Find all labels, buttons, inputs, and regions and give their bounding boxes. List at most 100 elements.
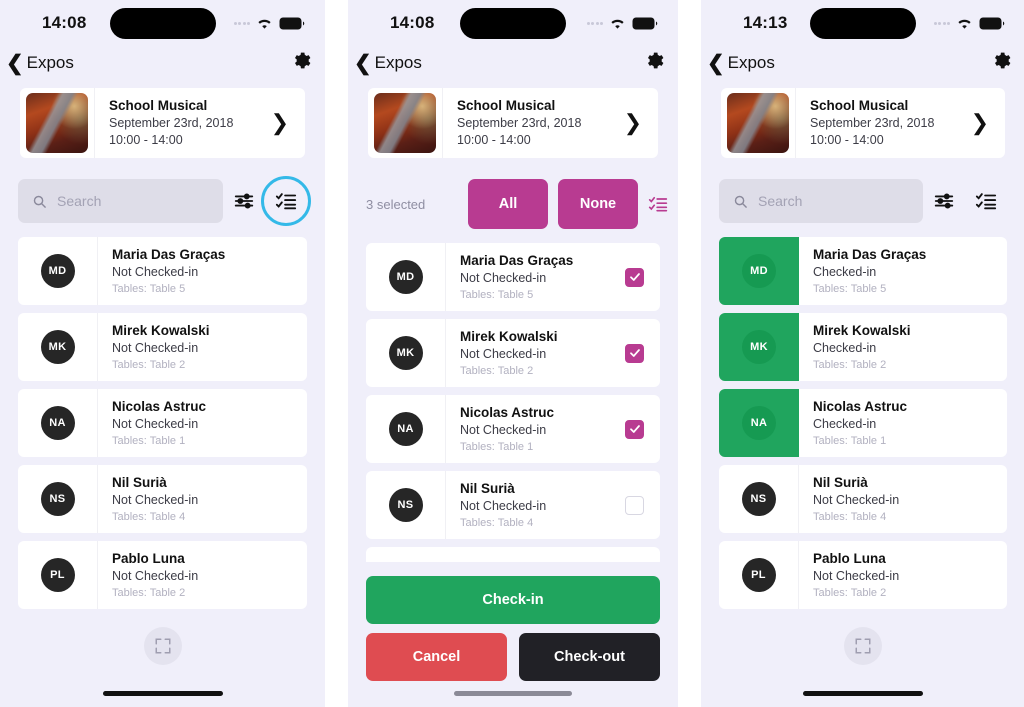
table-row[interactable]: PL Pablo Luna Not Checked-in Tables: Tab… [719,541,1007,609]
guest-info: Nil Surià Not Checked-in Tables: Table 4 [98,465,307,533]
checklist-icon[interactable] [965,179,1007,223]
avatar-cell: NS [18,465,98,533]
bottom-bar [0,611,325,707]
guest-status: Not Checked-in [112,265,199,280]
table-row[interactable]: NA Nicolas Astruc Checked-in Tables: Tab… [719,389,1007,457]
checklist-icon[interactable] [265,179,307,223]
battery-icon [279,17,305,30]
table-row[interactable]: NA Nicolas Astruc Not Checked-in Tables:… [366,395,660,463]
wifi-icon [256,17,273,30]
select-none-button[interactable]: None [558,179,638,229]
selection-count: 3 selected [366,196,426,212]
back-button[interactable]: ❮ Expos [707,53,775,74]
chevron-right-icon[interactable]: ❯ [271,88,305,158]
action-button-row: Cancel Check-out [366,633,660,681]
checklist-icon[interactable] [648,182,668,226]
table-row[interactable]: NS Nil Surià Not Checked-in Tables: Tabl… [366,471,660,539]
check-in-button[interactable]: Check-in [366,576,660,624]
search-input[interactable]: Search [719,179,923,223]
guest-status: Not Checked-in [112,569,199,584]
table-row[interactable]: PL Pablo Luna Not Checked-in Tables: Tab… [18,541,307,609]
avatar-cell: NA [366,395,446,463]
signal-dots-icon [586,21,603,25]
fullscreen-icon[interactable] [143,627,182,665]
avatar-cell: PL [18,541,98,609]
select-checkbox[interactable] [625,395,660,463]
guest-info: Nil Surià Not Checked-in Tables: Table 4 [799,465,1007,533]
event-time: 10:00 - 14:00 [457,133,531,148]
event-card[interactable]: School Musical September 23rd, 2018 10:0… [368,88,658,158]
avatar-cell: MK [366,319,446,387]
status-clock: 14:13 [743,13,788,32]
guest-list: MD Maria Das Graças Not Checked-in Table… [0,237,325,609]
guest-table: Tables: Table 5 [112,282,186,295]
chevron-right-icon[interactable]: ❯ [624,88,658,158]
event-date: September 23rd, 2018 [457,115,582,130]
guest-status: Not Checked-in [112,417,199,432]
cancel-button[interactable]: Cancel [366,633,507,681]
select-all-button[interactable]: All [468,179,548,229]
back-button[interactable]: ❮ Expos [6,53,74,74]
event-card[interactable]: School Musical September 23rd, 2018 10:0… [20,88,305,158]
table-row[interactable]: NA Nicolas Astruc Not Checked-in Tables:… [18,389,307,457]
back-button-label: Expos [374,53,422,72]
guest-table: Tables: Table 2 [112,586,186,599]
navigation-bar: ❮ Expos [348,46,678,80]
guest-info: Nicolas Astruc Not Checked-in Tables: Ta… [98,389,307,457]
event-card[interactable]: School Musical September 23rd, 2018 10:0… [721,88,1005,158]
event-title: School Musical [810,97,909,113]
event-time: 10:00 - 14:00 [810,133,884,148]
panel-gap [325,0,348,707]
guest-name: Mirek Kowalski [112,322,210,338]
select-checkbox[interactable] [625,319,660,387]
guest-table: Tables: Table 2 [813,586,887,599]
event-details: School Musical September 23rd, 2018 10:0… [94,88,271,158]
checkbox-checked-icon [625,343,644,363]
gear-icon[interactable] [290,50,311,76]
guest-name: Nil Surià [460,480,515,496]
table-row[interactable]: MD Maria Das Graças Not Checked-in Table… [18,237,307,305]
search-icon [33,195,46,208]
event-date: September 23rd, 2018 [109,115,234,130]
event-photo [26,93,88,153]
dynamic-island [460,8,566,39]
guest-info: Nicolas Astruc Checked-in Tables: Table … [799,389,1007,457]
table-row[interactable]: MK Mirek Kowalski Not Checked-in Tables:… [366,319,660,387]
gear-icon[interactable] [990,50,1011,76]
table-row[interactable]: NS Nil Surià Not Checked-in Tables: Tabl… [18,465,307,533]
table-row[interactable]: MK Mirek Kowalski Not Checked-in Tables:… [18,313,307,381]
check-out-button[interactable]: Check-out [519,633,660,681]
sliders-icon[interactable] [223,179,265,223]
fullscreen-icon[interactable] [844,627,882,665]
screenshot-stage: 14:08 ❮ Expos School Musical September 2… [0,0,1024,707]
back-button[interactable]: ❮ Expos [354,53,422,74]
sliders-icon[interactable] [923,179,965,223]
checkbox-checked-icon [625,267,644,287]
signal-dots-icon [233,21,250,25]
table-row[interactable]: MD Maria Das Graças Not Checked-in Table… [366,243,660,311]
phone-panel-checked-in: 14:13 ❮ Expos School Musical September 2… [701,0,1024,707]
avatar: MK [388,336,423,370]
avatar-cell: NA [18,389,98,457]
avatar: PL [741,558,776,592]
gear-icon[interactable] [643,50,664,76]
table-row[interactable]: NS Nil Surià Not Checked-in Tables: Tabl… [719,465,1007,533]
event-details: School Musical September 23rd, 2018 10:0… [442,88,624,158]
guest-info: Mirek Kowalski Not Checked-in Tables: Ta… [98,313,307,381]
select-checkbox[interactable] [625,243,660,311]
guest-name: Maria Das Graças [460,252,574,268]
guest-name: Nicolas Astruc [813,398,908,414]
chevron-right-icon[interactable]: ❯ [971,88,1005,158]
back-button-label: Expos [727,53,775,72]
status-indicators [933,17,1006,30]
event-title: School Musical [457,97,556,113]
table-row[interactable]: MD Maria Das Graças Checked-in Tables: T… [719,237,1007,305]
avatar-cell: NA [719,389,799,457]
table-row[interactable]: MK Mirek Kowalski Checked-in Tables: Tab… [719,313,1007,381]
status-indicators [586,17,659,30]
select-checkbox[interactable] [625,471,660,539]
avatar-cell: MD [18,237,98,305]
guest-table: Tables: Table 2 [813,358,887,371]
search-input[interactable]: Search [18,179,223,223]
battery-icon [979,17,1005,30]
